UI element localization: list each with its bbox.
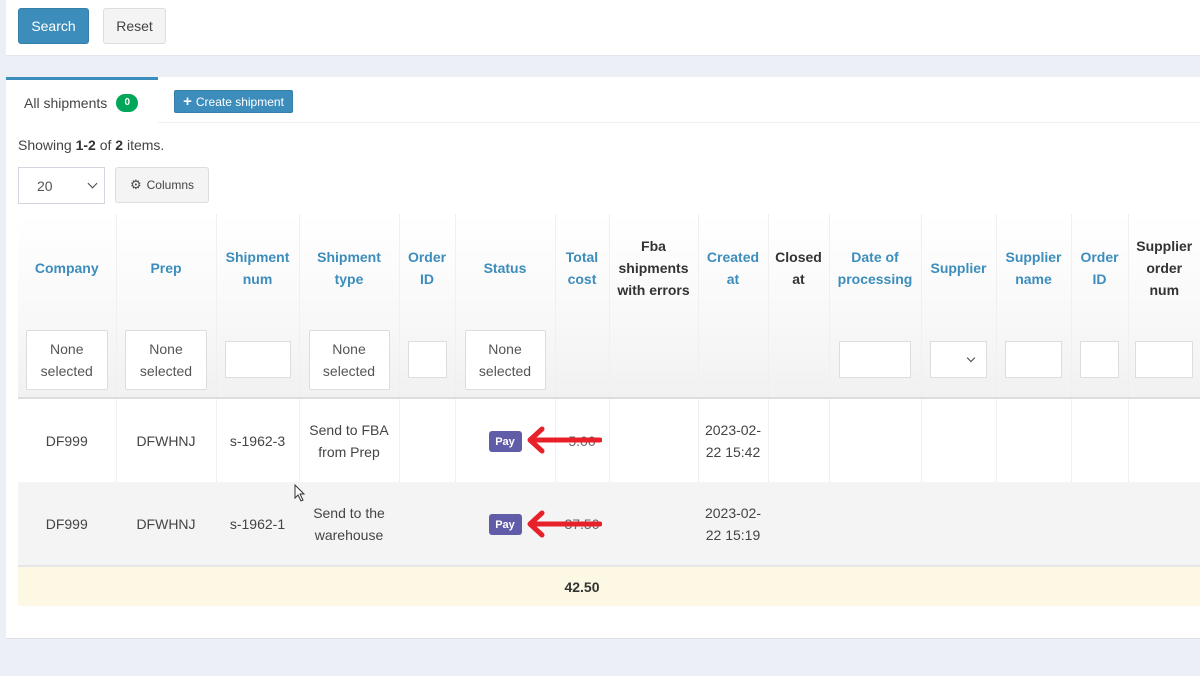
cell-status: Pay xyxy=(454,398,555,482)
col-shipment-num[interactable]: Shipment num xyxy=(215,214,299,322)
pay-button[interactable]: Pay xyxy=(488,431,522,453)
cell-status: Pay xyxy=(454,482,555,566)
col-status[interactable]: Status xyxy=(454,214,555,322)
col-total-cost[interactable]: Total cost xyxy=(554,214,609,322)
table-row: DF999 DFWHNJ s-1962-1 Send to the wareho… xyxy=(18,482,1200,566)
cell-shipment-type: Send to the warehouse xyxy=(298,482,399,566)
columns-button[interactable]: ⚙ Columns xyxy=(115,167,209,203)
cell-total-cost: 5.00 xyxy=(554,398,609,482)
summary-suffix: items. xyxy=(123,137,165,153)
col-fba-errors: Fba shipments with errors xyxy=(608,214,698,322)
header-row: Company Prep Shipment num Shipment type … xyxy=(18,214,1200,322)
cell-date-of-processing xyxy=(828,398,921,482)
cell-fba-errors xyxy=(608,482,698,566)
cell-order-id xyxy=(398,482,455,566)
count-badge: 0 xyxy=(116,93,139,112)
col-company[interactable]: Company xyxy=(18,214,116,322)
supplier-order-num-filter[interactable] xyxy=(1135,341,1194,378)
cell-company: DF999 xyxy=(18,398,116,482)
cell-created-at: 2023-02-22 15:42 xyxy=(697,398,768,482)
col-created-at[interactable]: Created at xyxy=(697,214,768,322)
chevron-down-icon xyxy=(87,178,98,189)
reset-button[interactable]: Reset xyxy=(103,8,166,44)
total-cost-sum: 42.50 xyxy=(554,565,609,606)
mouse-cursor-icon xyxy=(294,484,306,502)
cell-supplier-order-num xyxy=(1127,482,1200,566)
col-order-id-2[interactable]: Order ID xyxy=(1070,214,1128,322)
plus-icon: + xyxy=(183,93,192,110)
cell-fba-errors xyxy=(608,398,698,482)
date-of-processing-filter[interactable] xyxy=(839,341,911,378)
col-closed-at: Closed at xyxy=(767,214,829,322)
summary-total: 2 xyxy=(115,137,124,153)
cell-supplier xyxy=(920,482,996,566)
cell-created-at: 2023-02-22 15:19 xyxy=(697,482,768,566)
order-id-2-filter[interactable] xyxy=(1080,341,1119,378)
col-supplier-name[interactable]: Supplier name xyxy=(995,214,1071,322)
cell-total-cost: 37.50 xyxy=(554,482,609,566)
cell-prep: DFWHNJ xyxy=(115,482,216,566)
shipment-type-filter[interactable]: None selected xyxy=(308,329,390,390)
cell-supplier-order-num xyxy=(1127,398,1200,482)
supplier-filter[interactable] xyxy=(930,341,987,378)
cell-order-id-2 xyxy=(1070,398,1128,482)
cell-closed-at xyxy=(767,482,829,566)
columns-label: Columns xyxy=(146,178,194,192)
page-size-value: 20 xyxy=(37,177,53,194)
shipments-panel: All shipments 0 + Create shipment Showin… xyxy=(6,77,1200,639)
shipment-num-filter[interactable] xyxy=(224,341,291,378)
shipments-grid: Company Prep Shipment num Shipment type … xyxy=(18,214,1200,606)
supplier-name-filter[interactable] xyxy=(1005,341,1062,378)
tab-bar xyxy=(158,77,1200,123)
cell-prep: DFWHNJ xyxy=(115,398,216,482)
summary-mid: of xyxy=(95,137,116,153)
summary-range: 1-2 xyxy=(75,137,96,153)
col-shipment-type[interactable]: Shipment type xyxy=(298,214,399,322)
cell-closed-at xyxy=(767,398,829,482)
total-row: 42.50 xyxy=(18,565,1200,606)
search-panel: Search Reset xyxy=(6,0,1200,56)
company-filter[interactable]: None selected xyxy=(25,329,108,390)
col-supplier-order-num: Supplier order num xyxy=(1127,214,1200,322)
shipments-table: Company Prep Shipment num Shipment type … xyxy=(18,214,1200,606)
order-id-filter[interactable] xyxy=(407,341,447,378)
tab-all-shipments[interactable]: All shipments 0 xyxy=(6,77,158,125)
create-shipment-label: Create shipment xyxy=(195,94,284,109)
status-filter[interactable]: None selected xyxy=(464,329,546,390)
col-order-id[interactable]: Order ID xyxy=(398,214,455,322)
cell-supplier-name xyxy=(995,398,1071,482)
chevron-down-icon xyxy=(966,353,976,362)
cell-supplier-name xyxy=(995,482,1071,566)
prep-filter[interactable]: None selected xyxy=(125,329,207,390)
cell-order-id-2 xyxy=(1070,482,1128,566)
col-date-of-processing[interactable]: Date of processing xyxy=(828,214,921,322)
cell-shipment-num: s-1962-3 xyxy=(215,398,299,482)
search-button[interactable]: Search xyxy=(18,8,89,44)
cell-shipment-type: Send to FBA from Prep xyxy=(298,398,399,482)
cell-shipment-num: s-1962-1 xyxy=(215,482,299,566)
cell-date-of-processing xyxy=(828,482,921,566)
summary-text: Showing 1-2 of 2 items. xyxy=(18,137,164,153)
filter-row: None selected None selected None selecte… xyxy=(18,322,1200,399)
gears-icon: ⚙ xyxy=(129,177,142,192)
cell-company: DF999 xyxy=(18,482,116,566)
page-size-select[interactable]: 20 xyxy=(18,167,105,204)
cell-supplier xyxy=(920,398,996,482)
cell-order-id xyxy=(398,398,455,482)
col-prep[interactable]: Prep xyxy=(115,214,216,322)
create-shipment-button[interactable]: + Create shipment xyxy=(174,90,293,113)
col-supplier[interactable]: Supplier xyxy=(920,214,996,322)
table-row: DF999 DFWHNJ s-1962-3 Send to FBA from P… xyxy=(18,398,1200,482)
tab-label: All shipments xyxy=(24,94,108,111)
summary-prefix: Showing xyxy=(18,137,76,153)
pay-button[interactable]: Pay xyxy=(488,514,522,536)
